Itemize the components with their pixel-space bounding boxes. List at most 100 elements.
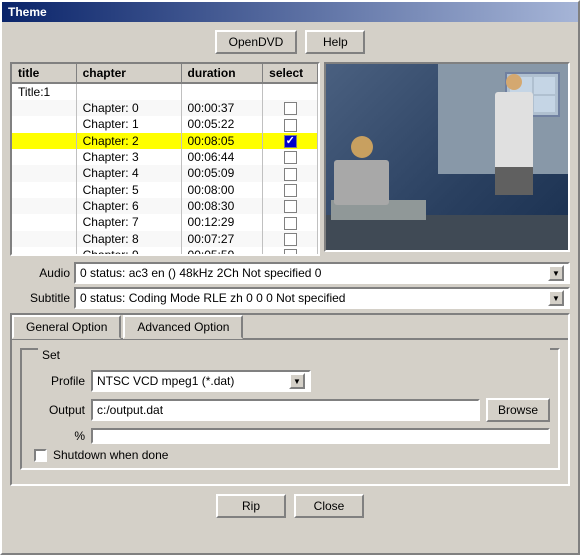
table-row[interactable]: Chapter: 0 00:00:37 bbox=[12, 100, 318, 116]
title-cell: Title:1 bbox=[12, 83, 76, 100]
row-checkbox[interactable] bbox=[284, 233, 297, 246]
profile-row: Profile NTSC VCD mpeg1 (*.dat) ▼ bbox=[30, 370, 550, 392]
title-bar: Theme bbox=[2, 2, 578, 22]
select-data[interactable] bbox=[263, 149, 318, 165]
table-row[interactable]: Chapter: 9 00:05:59 bbox=[12, 247, 318, 254]
sitting-figure bbox=[334, 136, 389, 205]
select-data[interactable] bbox=[263, 231, 318, 247]
browse-button[interactable]: Browse bbox=[486, 398, 550, 422]
dropdowns-section: Audio 0 status: ac3 en () 48kHz 2Ch Not … bbox=[10, 262, 570, 309]
head bbox=[506, 74, 522, 90]
table-row[interactable]: Chapter: 7 00:12:29 bbox=[12, 214, 318, 230]
row-checkbox[interactable] bbox=[284, 217, 297, 230]
shutdown-checkbox[interactable] bbox=[34, 449, 47, 462]
rip-button[interactable]: Rip bbox=[216, 494, 286, 518]
chapter-data: Chapter: 2 bbox=[76, 133, 181, 149]
select-data[interactable] bbox=[263, 247, 318, 254]
chapter-data: Chapter: 7 bbox=[76, 214, 181, 230]
row-checkbox[interactable] bbox=[284, 135, 297, 148]
output-input[interactable] bbox=[91, 399, 480, 421]
table-scroll[interactable]: title chapter duration select Title:1 Ch… bbox=[12, 64, 318, 254]
audio-dropdown-arrow[interactable]: ▼ bbox=[548, 265, 564, 281]
main-window: Theme OpenDVD Help title chapter duratio… bbox=[0, 0, 580, 555]
subtitle-dropdown-arrow[interactable]: ▼ bbox=[548, 290, 564, 306]
table-row[interactable]: Chapter: 1 00:05:22 bbox=[12, 116, 318, 132]
chapter-table-container: title chapter duration select Title:1 Ch… bbox=[10, 62, 320, 256]
tab-advanced[interactable]: Advanced Option bbox=[123, 315, 243, 339]
duration-data: 00:08:30 bbox=[181, 198, 263, 214]
chapter-table: title chapter duration select Title:1 Ch… bbox=[12, 64, 318, 254]
title-data bbox=[12, 198, 76, 214]
select-data[interactable] bbox=[263, 182, 318, 198]
profile-label: Profile bbox=[30, 374, 85, 388]
title-data bbox=[12, 214, 76, 230]
profile-select[interactable]: NTSC VCD mpeg1 (*.dat) ▼ bbox=[91, 370, 311, 392]
audio-label: Audio bbox=[10, 266, 70, 280]
select-data[interactable] bbox=[263, 165, 318, 181]
tab-general[interactable]: General Option bbox=[12, 315, 121, 339]
row-checkbox[interactable] bbox=[284, 151, 297, 164]
subtitle-label: Subtitle bbox=[10, 291, 70, 305]
title-data bbox=[12, 247, 76, 254]
sitting-head bbox=[351, 136, 373, 158]
close-button[interactable]: Close bbox=[294, 494, 364, 518]
row-checkbox[interactable] bbox=[284, 200, 297, 213]
profile-value: NTSC VCD mpeg1 (*.dat) bbox=[97, 374, 289, 388]
table-row[interactable]: Chapter: 8 00:07:27 bbox=[12, 231, 318, 247]
row-checkbox[interactable] bbox=[284, 102, 297, 115]
tabs-area: General Option Advanced Option Set Profi… bbox=[10, 313, 570, 486]
subtitle-value: 0 status: Coding Mode RLE zh 0 0 0 Not s… bbox=[80, 291, 548, 305]
profile-dropdown-arrow[interactable]: ▼ bbox=[289, 373, 305, 389]
select-data[interactable] bbox=[263, 214, 318, 230]
video-preview bbox=[324, 62, 570, 252]
chapter-cell bbox=[76, 83, 181, 100]
select-data[interactable] bbox=[263, 198, 318, 214]
main-area: title chapter duration select Title:1 Ch… bbox=[10, 62, 570, 256]
pants bbox=[495, 167, 533, 195]
shutdown-row: Shutdown when done bbox=[30, 448, 550, 462]
title-data bbox=[12, 182, 76, 198]
video-scene bbox=[326, 64, 568, 250]
row-checkbox[interactable] bbox=[284, 119, 297, 132]
floor bbox=[326, 215, 568, 250]
opendvd-button[interactable]: OpenDVD bbox=[215, 30, 298, 54]
row-checkbox[interactable] bbox=[284, 184, 297, 197]
chapter-data: Chapter: 9 bbox=[76, 247, 181, 254]
audio-value: 0 status: ac3 en () 48kHz 2Ch Not specif… bbox=[80, 266, 548, 280]
table-row[interactable]: Chapter: 4 00:05:09 bbox=[12, 165, 318, 181]
window-title: Theme bbox=[8, 5, 47, 19]
white-coat bbox=[495, 92, 533, 167]
select-data[interactable] bbox=[263, 100, 318, 116]
output-label: Output bbox=[30, 403, 85, 417]
output-row: Output Browse bbox=[30, 398, 550, 422]
audio-dropdown[interactable]: 0 status: ac3 en () 48kHz 2Ch Not specif… bbox=[74, 262, 570, 284]
chapter-data: Chapter: 1 bbox=[76, 116, 181, 132]
duration-data: 00:05:22 bbox=[181, 116, 263, 132]
duration-data: 00:06:44 bbox=[181, 149, 263, 165]
chapter-data: Chapter: 0 bbox=[76, 100, 181, 116]
subtitle-dropdown[interactable]: 0 status: Coding Mode RLE zh 0 0 0 Not s… bbox=[74, 287, 570, 309]
window-pane bbox=[534, 96, 556, 113]
shutdown-label: Shutdown when done bbox=[53, 448, 168, 462]
duration-data: 00:08:00 bbox=[181, 182, 263, 198]
title-data bbox=[12, 231, 76, 247]
progress-row: % bbox=[30, 428, 550, 444]
select-data[interactable] bbox=[263, 116, 318, 132]
row-checkbox[interactable] bbox=[284, 168, 297, 181]
table-row[interactable]: Chapter: 2 00:08:05 bbox=[12, 133, 318, 149]
col-duration: duration bbox=[181, 64, 263, 83]
table-row[interactable]: Chapter: 6 00:08:30 bbox=[12, 198, 318, 214]
duration-data: 00:12:29 bbox=[181, 214, 263, 230]
col-chapter: chapter bbox=[76, 64, 181, 83]
select-data[interactable] bbox=[263, 133, 318, 149]
title-data bbox=[12, 100, 76, 116]
table-row[interactable]: Chapter: 3 00:06:44 bbox=[12, 149, 318, 165]
chapter-data: Chapter: 3 bbox=[76, 149, 181, 165]
duration-data: 00:05:59 bbox=[181, 247, 263, 254]
row-checkbox[interactable] bbox=[284, 249, 297, 254]
progress-bar bbox=[91, 428, 550, 444]
title-data bbox=[12, 165, 76, 181]
duration-data: 00:08:05 bbox=[181, 133, 263, 149]
table-row[interactable]: Chapter: 5 00:08:00 bbox=[12, 182, 318, 198]
help-button[interactable]: Help bbox=[305, 30, 365, 54]
